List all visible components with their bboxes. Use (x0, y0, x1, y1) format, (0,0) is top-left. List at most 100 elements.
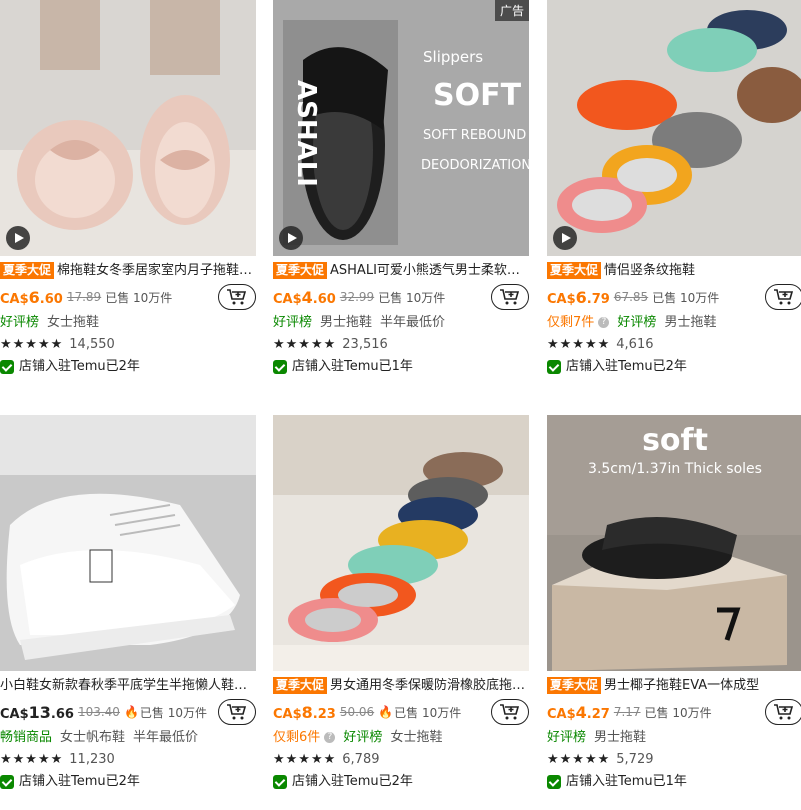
product-price: CA$6.79 (547, 287, 610, 307)
store-info: 店铺入驻Temu已1年 (547, 771, 801, 793)
product-card[interactable]: 夏季大促 男女通用冬季保暖防滑橡胶底拖… CA$8.23 50.06 🔥 已售 10… (273, 415, 529, 793)
product-title[interactable]: 夏季大促 情侣竖条纹拖鞋 (547, 262, 801, 280)
promo-badge: 夏季大促 (547, 677, 602, 694)
hot-flame-icon: 🔥 (378, 705, 394, 719)
add-to-cart-button[interactable] (491, 284, 529, 310)
promo-badge: 夏季大促 (273, 677, 328, 694)
rating-count: 4,616 (616, 337, 654, 352)
rating: ★★★★★ 6,789 (273, 749, 529, 771)
product-title[interactable]: 夏季大促 ASHALI可爱小熊透气男士柔软… (273, 262, 529, 280)
cart-plus-icon (500, 704, 520, 720)
store-verified-icon (273, 775, 287, 789)
add-to-cart-button[interactable] (218, 284, 256, 310)
star-icons: ★★★★★ (0, 752, 64, 767)
product-card[interactable]: soft 3.5cm/1.37in Thick soles 夏季大促 男士椰子拖鞋… (547, 415, 801, 793)
store-info: 店铺入驻Temu已2年 (547, 356, 801, 378)
product-image[interactable]: ASHALI Slippers SOFT SOFT REBOUND DEODOR… (273, 0, 529, 256)
rating: ★★★★★ 23,516 (273, 334, 529, 356)
sold-count: 已售 10万件 (105, 290, 173, 305)
rating-count: 23,516 (342, 337, 388, 352)
product-price: CA$4.27 (547, 702, 610, 722)
play-video-icon[interactable] (6, 226, 30, 250)
store-verified-icon (273, 360, 287, 374)
play-video-icon[interactable] (553, 226, 577, 250)
image-caption: DEODORIZATION (421, 158, 529, 173)
image-caption: soft (642, 423, 708, 458)
rating-count: 14,550 (69, 337, 115, 352)
add-to-cart-button[interactable] (765, 699, 801, 725)
cart-plus-icon (227, 704, 247, 720)
sold-count: 已售 10万件 (139, 705, 207, 720)
product-image[interactable]: soft 3.5cm/1.37in Thick soles (547, 415, 801, 671)
image-caption: SOFT REBOUND (423, 128, 527, 143)
star-icons: ★★★★★ (547, 752, 611, 767)
tag: 男士拖鞋 (320, 315, 373, 330)
original-price: 67.85 (613, 290, 649, 304)
sold-count: 已售 10万件 (644, 705, 712, 720)
star-icons: ★★★★★ (547, 337, 611, 352)
tag: 女士帆布鞋 (60, 730, 126, 745)
help-icon[interactable]: ? (324, 732, 336, 743)
tag: 男士拖鞋 (594, 730, 647, 745)
store-verified-icon (547, 775, 561, 789)
original-price: 17.89 (66, 290, 102, 304)
original-price: 103.40 (77, 705, 120, 719)
tag: 女士拖鞋 (47, 315, 100, 330)
tag: 仅剩6件 (273, 730, 321, 745)
product-card[interactable]: ASHALI Slippers SOFT SOFT REBOUND DEODOR… (273, 0, 529, 378)
store-info: 店铺入驻Temu已1年 (273, 356, 529, 378)
product-image[interactable] (547, 0, 801, 256)
product-image[interactable] (0, 415, 256, 671)
cart-plus-icon (774, 704, 794, 720)
image-caption: 3.5cm/1.37in Thick soles (588, 461, 762, 477)
play-video-icon[interactable] (279, 226, 303, 250)
product-title[interactable]: 夏季大促 男女通用冬季保暖防滑橡胶底拖… (273, 677, 529, 695)
tag: 好评榜 (617, 315, 657, 330)
tag: 女士拖鞋 (390, 730, 443, 745)
tag: 好评榜 (547, 730, 587, 745)
product-title[interactable]: 夏季大促 棉拖鞋女冬季居家室内月子拖鞋… (0, 262, 256, 280)
tag: 半年最低价 (133, 730, 199, 745)
hot-flame-icon: 🔥 (123, 705, 139, 719)
store-verified-icon (547, 360, 561, 374)
original-price: 7.17 (613, 705, 641, 719)
cart-plus-icon (227, 289, 247, 305)
add-to-cart-button[interactable] (765, 284, 801, 310)
rating-count: 5,729 (616, 752, 654, 767)
image-caption: Slippers (423, 48, 484, 66)
ad-badge: 广告 (494, 0, 529, 21)
product-price: CA$8.23 (273, 702, 336, 722)
promo-badge: 夏季大促 (273, 262, 328, 279)
original-price: 50.06 (339, 705, 375, 719)
store-info: 店铺入驻Temu已2年 (0, 356, 256, 378)
brand-text: ASHALI (291, 80, 321, 187)
image-caption: SOFT (433, 78, 522, 113)
product-price: CA$4.60 (273, 287, 336, 307)
product-card[interactable]: 夏季大促 棉拖鞋女冬季居家室内月子拖鞋… CA$6.60 17.89 已售 10万… (0, 0, 256, 378)
product-price: CA$13.66 (0, 702, 74, 722)
sold-count: 已售 10万件 (394, 705, 462, 720)
tag: 好评榜 (0, 315, 40, 330)
sold-count: 已售 10万件 (378, 290, 446, 305)
tag: 男士拖鞋 (664, 315, 717, 330)
rating-count: 11,230 (69, 752, 115, 767)
add-to-cart-button[interactable] (218, 699, 256, 725)
rating: ★★★★★ 14,550 (0, 334, 256, 356)
cart-plus-icon (500, 289, 520, 305)
help-icon[interactable]: ? (598, 317, 610, 328)
cart-plus-icon (774, 289, 794, 305)
rating: ★★★★★ 4,616 (547, 334, 801, 356)
promo-badge: 夏季大促 (0, 262, 55, 279)
add-to-cart-button[interactable] (491, 699, 529, 725)
product-image[interactable] (273, 415, 529, 671)
original-price: 32.99 (339, 290, 375, 304)
product-title[interactable]: 夏季大促 男士椰子拖鞋EVA一体成型 (547, 677, 801, 695)
star-icons: ★★★★★ (273, 752, 337, 767)
promo-badge: 夏季大促 (547, 262, 602, 279)
rating: ★★★★★ 11,230 (0, 749, 256, 771)
product-card[interactable]: 小白鞋女新款春秋季平底学生半拖懒人鞋… CA$13.66 103.40 🔥 已售 … (0, 415, 256, 793)
product-card[interactable]: 夏季大促 情侣竖条纹拖鞋 CA$6.79 67.85 已售 10万件 仅剩7件 ?… (547, 0, 801, 378)
tag: 好评榜 (343, 730, 383, 745)
product-image[interactable] (0, 0, 256, 256)
product-title[interactable]: 小白鞋女新款春秋季平底学生半拖懒人鞋… (0, 677, 256, 695)
